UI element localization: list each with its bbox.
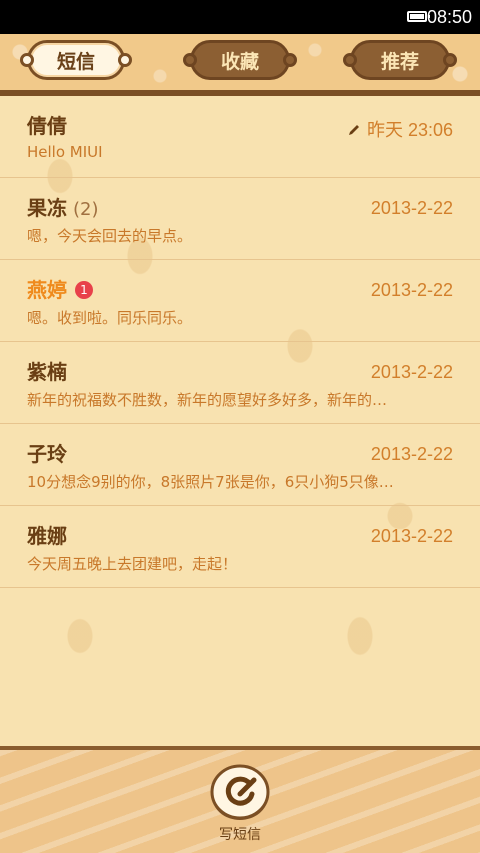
- contact-name: 子玲: [27, 442, 67, 466]
- message-preview: 新年的祝福数不胜数，新年的愿望好多好多，新年的…: [27, 391, 388, 409]
- contact-name: 紫楠: [27, 360, 67, 384]
- conversation-row[interactable]: 子玲 2013-2-22 10分想念9别的你，8张照片7张是你，6只小狗5只像…: [0, 424, 480, 506]
- message-preview: 10分想念9别的你，8张照片7张是你，6只小狗5只像…: [27, 473, 394, 491]
- message-preview: 嗯，今天会回去的早点。: [27, 227, 193, 245]
- contact-name: 倩倩: [27, 114, 67, 138]
- message-count: (2): [73, 199, 99, 220]
- contact-name: 果冻 (2): [27, 196, 99, 220]
- tab-label: 收藏: [220, 50, 259, 73]
- conversation-row[interactable]: 燕婷 1 2013-2-22 嗯。收到啦。同乐同乐。: [0, 260, 480, 342]
- conversation-row[interactable]: 雅娜 2013-2-22 今天周五晚上去团建吧，走起！: [0, 506, 480, 588]
- conversation-date: 2013-2-22: [370, 362, 453, 382]
- battery-icon: [407, 11, 430, 22]
- tab-bar: 短信 收藏 推荐: [0, 34, 480, 96]
- message-preview: Hello MIUI: [27, 143, 103, 161]
- tab-favorites[interactable]: 收藏: [183, 40, 297, 80]
- compose-button[interactable]: [210, 762, 270, 822]
- status-bar: 08:50: [0, 0, 480, 34]
- conversation-date: 昨天 23:06: [347, 116, 453, 142]
- conversation-row[interactable]: 倩倩 昨天 23:06 Hello MIUI: [0, 96, 480, 178]
- tab-recommended[interactable]: 推荐: [343, 40, 457, 80]
- conversation-date: 2013-2-22: [370, 526, 453, 546]
- unread-badge: 1: [75, 281, 93, 299]
- pencil-icon: [348, 125, 359, 135]
- conversation-date: 2013-2-22: [370, 444, 453, 464]
- conversation-row[interactable]: 果冻 (2) 2013-2-22 嗯，今天会回去的早点。: [0, 178, 480, 260]
- conversation-date: 2013-2-22: [370, 280, 453, 300]
- contact-name: 燕婷 1: [27, 274, 93, 303]
- message-preview: 今天周五晚上去团建吧，走起！: [27, 555, 238, 573]
- tab-label: 推荐: [380, 50, 419, 73]
- tab-label: 短信: [56, 50, 95, 73]
- message-preview: 嗯。收到啦。同乐同乐。: [27, 309, 193, 327]
- bottom-bar: 写短信: [0, 746, 480, 853]
- conversation-date: 2013-2-22: [370, 198, 453, 218]
- compose-label: 写短信: [219, 827, 261, 843]
- conversation-row[interactable]: 紫楠 2013-2-22 新年的祝福数不胜数，新年的愿望好多好多，新年的…: [0, 342, 480, 424]
- tab-messages[interactable]: 短信: [20, 40, 132, 80]
- status-time: 08:50: [426, 7, 472, 27]
- conversation-list: 倩倩 昨天 23:06 Hello MIUI 果冻 (2) 2013-2-22 嗯…: [0, 96, 480, 746]
- contact-name: 雅娜: [27, 524, 67, 548]
